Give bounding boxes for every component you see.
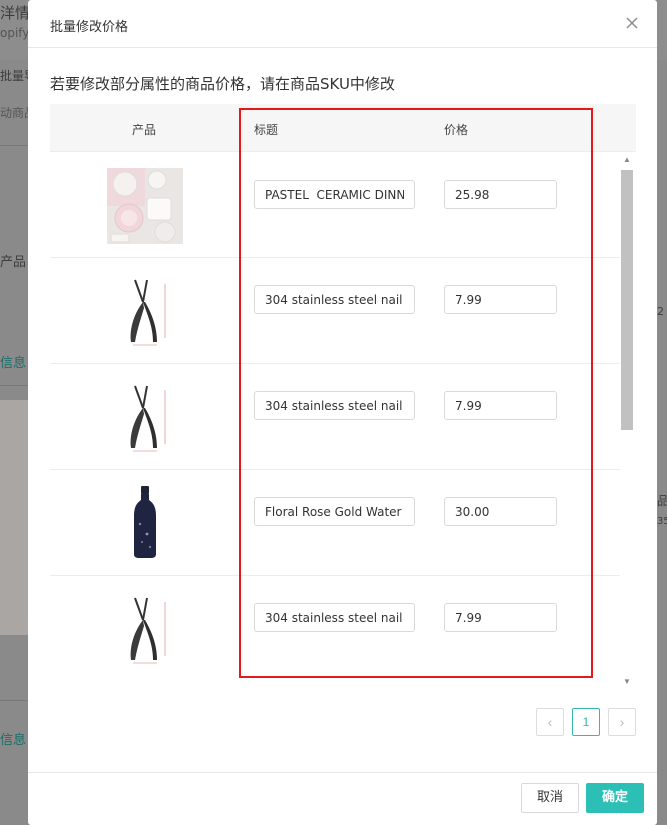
modal-footer: 取消 确定 [28, 772, 657, 825]
nail-clipper-image [107, 590, 183, 666]
backdrop-divider [0, 145, 28, 146]
next-page-button[interactable]: › [608, 708, 636, 736]
backdrop-info-link-2: 信息 [0, 733, 27, 748]
backdrop-right-text: 品 [657, 494, 667, 508]
modal-header: 批量修改价格 [28, 0, 657, 48]
backdrop-divider [0, 700, 28, 701]
confirm-button[interactable]: 确定 [586, 783, 644, 813]
modal-title: 批量修改价格 [50, 20, 129, 35]
hint-text: 若要修改部分属性的商品价格，请在商品SKU中修改 [50, 75, 395, 93]
nail-clipper-image [107, 378, 183, 454]
backdrop-info-link: 信息 [0, 356, 27, 371]
close-icon[interactable] [625, 16, 639, 30]
backdrop-right-text: 2 [657, 305, 664, 318]
backdrop-right-text: 35 [657, 516, 667, 527]
backdrop-subtitle: opify [0, 26, 30, 40]
ceramic-dinnerware-image [107, 168, 183, 244]
table-scrollbar[interactable]: ▲ ▼ [620, 152, 634, 690]
backdrop-product-label: 产品 [0, 255, 27, 270]
nail-clipper-image [107, 272, 183, 348]
prev-page-button[interactable]: ‹ [536, 708, 564, 736]
page-number-button[interactable]: 1 [572, 708, 600, 736]
scroll-down-arrow-icon[interactable]: ▼ [623, 678, 631, 686]
water-bottle-image [107, 484, 183, 560]
cancel-button[interactable]: 取消 [521, 783, 579, 813]
backdrop-product-image [0, 400, 28, 635]
batch-edit-price-modal: 批量修改价格 若要修改部分属性的商品价格，请在商品SKU中修改 产品 标题 价格 [28, 0, 657, 825]
scrollbar-thumb[interactable] [621, 170, 633, 430]
backdrop-title: 洋情 [0, 4, 31, 22]
backdrop-divider [0, 385, 28, 386]
highlight-box [239, 108, 593, 678]
scroll-up-arrow-icon[interactable]: ▲ [623, 156, 631, 164]
column-header-product: 产品 [132, 123, 157, 137]
